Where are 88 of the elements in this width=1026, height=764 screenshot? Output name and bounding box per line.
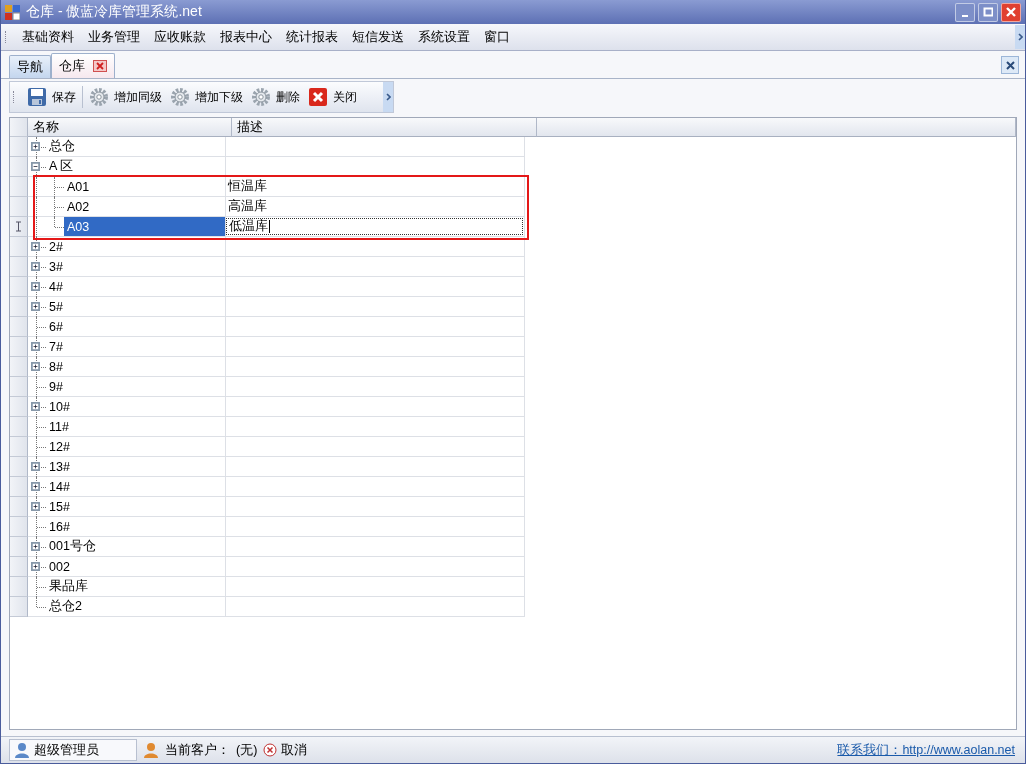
expand-icon[interactable] — [31, 261, 40, 271]
cancel-link[interactable]: 取消 — [263, 741, 308, 759]
tree-node[interactable]: 11# — [46, 417, 72, 436]
expand-icon[interactable] — [31, 341, 40, 351]
tree-node[interactable]: 总仓2 — [46, 597, 85, 616]
overflow-button[interactable] — [383, 82, 393, 112]
close-button[interactable] — [1001, 2, 1021, 22]
table-cell-text: 高温库 — [227, 198, 267, 215]
expand-icon[interactable] — [31, 481, 40, 491]
expand-icon[interactable] — [31, 301, 40, 311]
tree-node[interactable]: 12# — [46, 437, 73, 456]
column-header[interactable]: 名称 — [28, 118, 232, 137]
tree-node[interactable]: 果品库 — [46, 577, 91, 596]
tree-node[interactable]: 3# — [46, 257, 66, 276]
header-corner — [10, 118, 28, 137]
tree-node[interactable]: 10# — [46, 397, 73, 416]
menu-item[interactable]: 统计报表 — [279, 25, 345, 49]
app-icon — [5, 4, 20, 20]
gear-icon — [251, 87, 271, 107]
minimize-button[interactable] — [955, 2, 975, 22]
close-icon — [308, 87, 328, 107]
collapse-icon[interactable] — [31, 161, 40, 171]
row-header[interactable] — [10, 217, 28, 237]
maximize-icon[interactable] — [983, 7, 993, 17]
tree-node[interactable]: 8# — [46, 357, 66, 376]
tree-node[interactable]: 001号仓 — [46, 537, 99, 556]
expand-icon[interactable] — [31, 281, 40, 291]
expand-icon[interactable] — [31, 401, 40, 411]
tree-node[interactable]: 13# — [46, 457, 73, 476]
expand-icon[interactable] — [31, 241, 40, 251]
toolbar-button[interactable]: 保存 — [23, 85, 80, 109]
expand-icon[interactable] — [31, 461, 40, 471]
tree-node[interactable]: A02 — [64, 197, 93, 216]
cancel-icon — [263, 743, 278, 757]
toolbar-button[interactable]: 删除 — [247, 85, 304, 109]
toolbar-button[interactable]: 关闭 — [304, 85, 361, 109]
tab[interactable]: 仓库 — [51, 53, 115, 78]
grip-handle[interactable] — [5, 31, 9, 43]
tree-node[interactable]: 6# — [46, 317, 66, 336]
table-cell-text: 恒温库 — [227, 178, 267, 195]
toolbar-button[interactable]: 增加下级 — [166, 85, 247, 109]
menu-item[interactable]: 基础资料 — [15, 25, 81, 49]
column-header[interactable]: 描述 — [232, 118, 537, 137]
tree-node[interactable]: A01 — [64, 177, 93, 196]
menu-item[interactable]: 业务管理 — [81, 25, 147, 49]
person-icon — [143, 742, 159, 758]
close-document-button[interactable] — [1001, 56, 1019, 74]
tree-node[interactable]: A 区 — [46, 157, 77, 176]
tree-node[interactable]: 16# — [46, 517, 73, 536]
contact-link[interactable]: 联系我们：http://www.aolan.net — [837, 741, 1015, 759]
chevron-right-icon — [1017, 33, 1023, 41]
grip-handle[interactable] — [13, 91, 17, 103]
tree-node[interactable]: 002 — [46, 557, 73, 576]
toolbar-button[interactable]: 增加同级 — [85, 85, 166, 109]
window-title: 仓库 - 傲蓝冷库管理系统.net — [26, 3, 203, 21]
tree-node[interactable]: 5# — [46, 297, 66, 316]
customer-label: 当前客户： — [165, 741, 230, 759]
close-icon[interactable] — [1005, 60, 1015, 70]
text-cursor-icon — [15, 221, 22, 232]
tree-node[interactable]: 2# — [46, 237, 66, 256]
tree-node[interactable]: 4# — [46, 277, 66, 296]
person-icon — [14, 742, 30, 758]
menu-item[interactable]: 短信发送 — [345, 25, 411, 49]
gear-icon — [89, 87, 109, 107]
expand-icon[interactable] — [31, 561, 40, 571]
tree-node[interactable]: 14# — [46, 477, 73, 496]
tree-node[interactable]: 总仓 — [46, 137, 78, 156]
menu-item[interactable]: 应收账款 — [147, 25, 213, 49]
close-icon[interactable] — [93, 60, 107, 72]
maximize-button[interactable] — [978, 2, 998, 22]
menu-item[interactable]: 系统设置 — [411, 25, 477, 49]
tree-node[interactable]: A03 — [64, 217, 225, 236]
user-name: 超级管理员 — [34, 741, 99, 759]
tree-node[interactable]: 7# — [46, 337, 66, 356]
overflow-button[interactable] — [1015, 25, 1025, 49]
tree-node[interactable]: 9# — [46, 377, 66, 396]
gear-icon — [170, 87, 190, 107]
tab[interactable]: 导航 — [9, 55, 51, 78]
expand-icon[interactable] — [31, 501, 40, 511]
menu-item[interactable]: 窗口 — [477, 25, 517, 49]
customer-value: (无) — [236, 741, 258, 759]
description-input[interactable]: 低温库 — [226, 218, 523, 235]
tree-node[interactable]: 15# — [46, 497, 73, 516]
expand-icon[interactable] — [31, 141, 40, 151]
expand-icon[interactable] — [31, 361, 40, 371]
menu-item[interactable]: 报表中心 — [213, 25, 279, 49]
chevron-right-icon — [385, 93, 391, 101]
expand-icon[interactable] — [31, 541, 40, 551]
